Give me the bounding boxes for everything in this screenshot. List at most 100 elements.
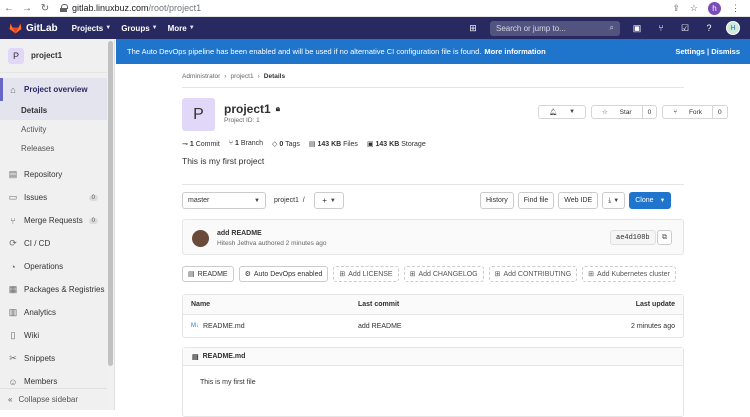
browser-menu-icon[interactable]: ⋮ [731, 3, 740, 14]
forward-icon[interactable]: → [18, 3, 36, 14]
project-id: Project ID: 1 [224, 117, 260, 124]
banner-dismiss-link[interactable]: Dismiss [711, 47, 740, 56]
author-avatar[interactable] [192, 230, 209, 247]
add-to-tree-dropdown[interactable]: + ▼ [314, 192, 344, 209]
stat-files[interactable]: ▤ 143 KB Files [309, 140, 358, 148]
stat-tags[interactable]: ◇ 0 Tags [272, 140, 300, 148]
sidebar-item-label: Wiki [24, 331, 40, 340]
sidebar-item-merge-requests[interactable]: ⑂ Merge Requests 0 [0, 209, 114, 232]
double-chevron-left-icon: « [8, 395, 13, 404]
copy-sha-button[interactable]: ⧉ [657, 230, 672, 245]
star-count[interactable]: 0 [641, 106, 657, 118]
lock-icon: 🔒︎ [275, 104, 280, 113]
readme-link[interactable]: ▤ README [182, 266, 234, 282]
file-last-commit[interactable]: add README [358, 323, 538, 330]
web-ide-button[interactable]: Web IDE [558, 192, 599, 209]
sidebar-item-analytics[interactable]: ▥ Analytics [0, 301, 114, 324]
fork-button[interactable]: ⑂ Fork 0 [662, 105, 728, 119]
nav-more[interactable]: More ▼ [168, 24, 195, 33]
collapse-sidebar-label: Collapse sidebar [18, 395, 79, 404]
sidebar-item-label: Members [24, 377, 58, 386]
path-separator: / [302, 197, 305, 204]
bell-icon: 🔔︎ [549, 109, 558, 116]
sidebar-item-wiki[interactable]: ▯ Wiki [0, 324, 114, 347]
browser-profile-avatar[interactable]: h [708, 1, 721, 15]
sidebar-item-snippets[interactable]: ✂ Snippets [0, 347, 114, 370]
stat-storage[interactable]: ▣ 143 KB Storage [367, 140, 426, 148]
download-icon: ⤓ [608, 196, 612, 204]
merge-request-icon[interactable]: ⑂ [654, 23, 668, 33]
autodevops-link[interactable]: ⚙ Auto DevOps enabled [238, 266, 329, 282]
sidebar-item-label: Snippets [24, 354, 56, 363]
gear-icon: ⚙ [244, 271, 251, 278]
repo-path: project1 / [274, 197, 305, 204]
star-button[interactable]: ☆ Star 0 [591, 105, 658, 119]
project-title: project1 [224, 102, 271, 116]
column-name: Name [191, 301, 211, 308]
clone-button[interactable]: Clone ▼ [629, 192, 672, 209]
banner-settings-link[interactable]: Settings [675, 47, 705, 56]
ci-cd-icon: ⟳ [9, 238, 17, 248]
issues-icon[interactable]: ▣ [630, 23, 644, 34]
sidebar-sub-releases[interactable]: Releases [0, 139, 114, 158]
clone-label: Clone [635, 197, 654, 204]
bookmark-star-icon[interactable]: ☆ [690, 3, 698, 14]
breadcrumb-project[interactable]: project1 [230, 73, 253, 80]
plus-icon[interactable]: ⊞ [466, 23, 480, 34]
sidebar-item-repository[interactable]: ▤ Repository [0, 163, 114, 186]
add-changelog-button[interactable]: ⊞ Add CHANGELOG [403, 266, 484, 282]
nav-groups[interactable]: Groups ▼ [121, 24, 157, 33]
fork-count[interactable]: 0 [711, 106, 727, 118]
share-icon[interactable]: ⇪ [672, 3, 680, 14]
url-host: gitlab.linuxbuz.com [72, 3, 149, 13]
commit-icon: ⊸ [182, 141, 188, 148]
commit-title[interactable]: add README [217, 230, 262, 237]
storage-icon: ▣ [366, 141, 374, 148]
commit-sha[interactable]: ae4d108b [610, 230, 656, 245]
search-input[interactable]: Search or jump to... ⌕ [490, 20, 620, 36]
sidebar-item-ci-cd[interactable]: ⟳ CI / CD [0, 232, 114, 255]
browser-toolbar: ← → ↻ gitlab.linuxbuz.com/root/project1 … [0, 0, 750, 17]
notification-dropdown[interactable]: 🔔︎ ▼ [538, 105, 587, 119]
sidebar-scrollbar[interactable] [107, 39, 114, 409]
scrollbar-thumb[interactable] [108, 41, 113, 366]
sidebar-item-project-overview[interactable]: ⌂ Project overview [0, 78, 114, 101]
history-button[interactable]: History [480, 192, 514, 209]
more-information-link[interactable]: More information [484, 47, 545, 56]
reload-icon[interactable]: ↻ [36, 3, 54, 14]
sidebar-item-issues[interactable]: ▭ Issues 0 [0, 186, 114, 209]
breadcrumb-details[interactable]: Details [264, 73, 285, 80]
snippets-icon: ✂ [9, 353, 17, 363]
sidebar-project-header[interactable]: P project1 [0, 39, 114, 73]
add-kubernetes-button[interactable]: ⊞ Add Kubernetes cluster [582, 266, 676, 282]
add-license-button[interactable]: ⊞ Add LICENSE [333, 266, 399, 282]
download-dropdown[interactable]: ⤓ ▼ [602, 192, 626, 209]
table-row[interactable]: M↓ README.md add README 2 minutes ago [183, 315, 683, 337]
add-contributing-button[interactable]: ⊞ Add CONTRIBUTING [488, 266, 578, 282]
collapse-sidebar-button[interactable]: « Collapse sidebar [0, 388, 108, 410]
user-avatar[interactable]: H [726, 21, 740, 35]
nav-projects[interactable]: Projects ▼ [72, 24, 112, 33]
stat-branches[interactable]: ⑂ 1 Branch [229, 140, 263, 148]
breadcrumb-administrator[interactable]: Administrator [182, 73, 220, 80]
sidebar-sub-activity[interactable]: Activity [0, 120, 114, 139]
find-file-button[interactable]: Find file [517, 192, 555, 209]
page-title: project1 🔒︎ [224, 102, 280, 116]
sidebar-sub-details[interactable]: Details [0, 101, 114, 120]
copy-icon: ⧉ [662, 233, 667, 241]
sidebar-item-operations[interactable]: ◔ Operations [0, 255, 114, 278]
wiki-icon: ▯ [10, 330, 16, 340]
todo-icon[interactable]: ☑ [678, 23, 692, 34]
address-bar[interactable]: gitlab.linuxbuz.com/root/project1 [60, 3, 201, 13]
stat-commits[interactable]: ⊸ 1 Commit [182, 140, 220, 148]
file-name-cell[interactable]: M↓ README.md [183, 323, 358, 330]
back-icon[interactable]: ← [0, 3, 18, 14]
branch-selector[interactable]: master ▼ [182, 192, 266, 209]
repo-path-name[interactable]: project1 [274, 197, 299, 204]
gitlab-logo[interactable]: GitLab [9, 22, 58, 34]
sidebar-item-packages[interactable]: ▦ Packages & Registries [0, 278, 114, 301]
help-icon[interactable]: ? [702, 23, 716, 33]
commit-author[interactable]: Hitesh Jethva [217, 240, 256, 247]
tags-count: 0 [279, 141, 284, 148]
chevron-down-icon: ▼ [569, 109, 576, 115]
